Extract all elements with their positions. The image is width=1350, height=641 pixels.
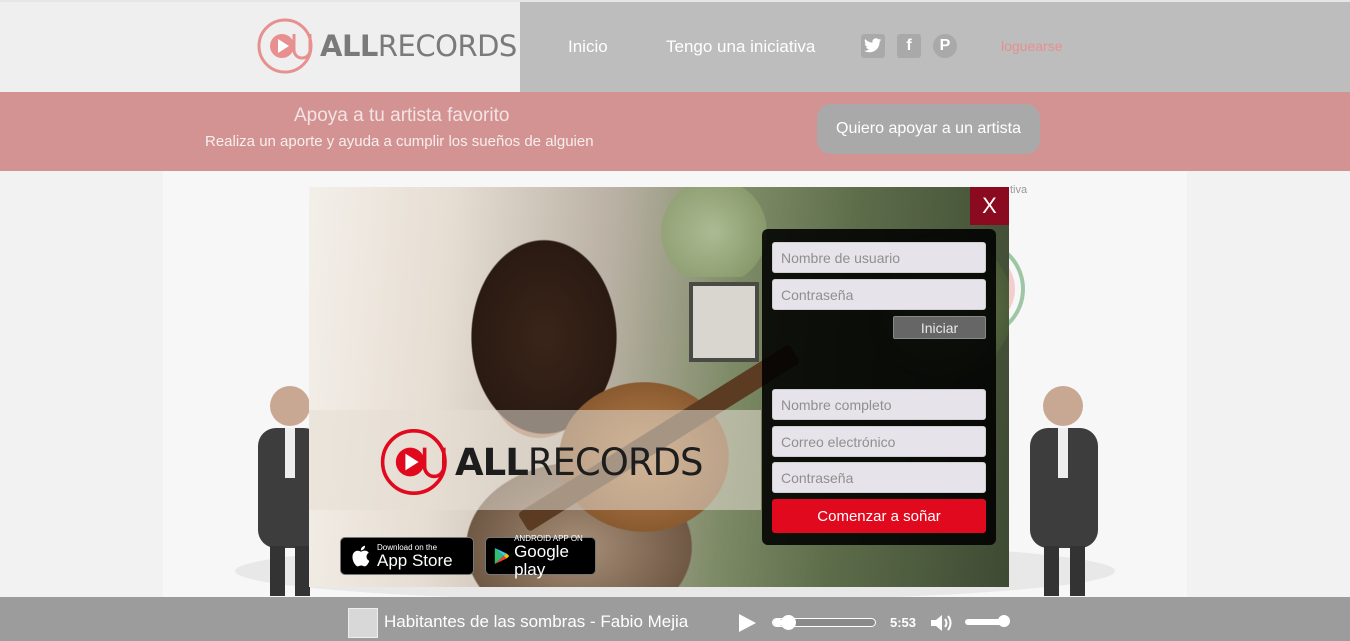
music-player: Habitantes de las sombras - Fabio Mejia … — [0, 597, 1350, 641]
allrecords-logo-icon — [257, 18, 313, 74]
background-person-right — [1030, 386, 1098, 596]
pinterest-icon[interactable]: P — [933, 34, 957, 58]
site-logo[interactable]: ALLRECORDS — [256, 16, 517, 76]
login-modal: ALLRECORDS Download on the App Store AND… — [309, 187, 1009, 587]
site-header: ALLRECORDS Inicio Tengo una iniciativa f… — [0, 0, 1350, 94]
pinterest-glyph: P — [939, 37, 951, 54]
register-password-input[interactable] — [772, 462, 986, 493]
banner-title: Apoya a tu artista favorito — [294, 105, 510, 126]
google-play-badge[interactable]: ANDROID APP ON Google play — [485, 534, 596, 578]
username-input[interactable] — [772, 242, 986, 273]
nav-inicio-wrap: Inicio — [568, 2, 608, 92]
allrecords-logo-icon — [380, 429, 447, 495]
track-title: Habitantes de las sombras - Fabio Mejia — [384, 612, 689, 631]
fullname-input[interactable] — [772, 389, 986, 420]
track-time: 5:53 — [890, 615, 917, 630]
banner-subtitle: Realiza un aporte y ayuda a cumplir los … — [205, 133, 594, 150]
support-artist-button[interactable]: Quiero apoyar a un artista — [817, 104, 1040, 154]
register-button[interactable]: Comenzar a soñar — [772, 499, 986, 533]
logo-text: ALLRECORDS — [320, 29, 517, 63]
support-banner: Apoya a tu artista favorito Realiza un a… — [0, 92, 1350, 171]
close-modal-button[interactable]: X — [970, 187, 1009, 225]
nav-iniciativa-wrap: Tengo una iniciativa — [666, 2, 815, 92]
volume-slider[interactable] — [965, 615, 1010, 627]
login-link[interactable]: loguearse — [1001, 38, 1063, 54]
progress-bar[interactable] — [772, 615, 876, 630]
app-store-big: App Store — [377, 550, 453, 570]
twitter-icon[interactable] — [861, 34, 885, 58]
track-thumbnail — [348, 608, 378, 638]
background-partial-text: tiva — [1010, 184, 1028, 196]
google-play-icon — [494, 547, 510, 565]
login-button[interactable]: Iniciar — [893, 316, 986, 339]
nav-link-iniciativa[interactable]: Tengo una iniciativa — [666, 37, 815, 57]
auth-form-panel: Iniciar Comenzar a soñar — [762, 229, 996, 545]
modal-logo: ALLRECORDS — [379, 426, 704, 498]
nav-link-inicio[interactable]: Inicio — [568, 37, 608, 57]
google-play-big: Google play — [514, 541, 569, 579]
email-input[interactable] — [772, 426, 986, 457]
apple-icon — [352, 545, 370, 567]
modal-logo-text: ALLRECORDS — [455, 440, 704, 484]
progress-knob[interactable] — [781, 615, 797, 630]
volume-icon[interactable] — [930, 613, 954, 633]
facebook-glyph: f — [906, 37, 912, 54]
login-password-input[interactable] — [772, 279, 986, 310]
facebook-icon[interactable]: f — [897, 34, 921, 58]
logo-area: ALLRECORDS — [0, 2, 520, 94]
photo-lantern — [689, 282, 759, 362]
volume-knob[interactable] — [997, 615, 1010, 627]
app-store-badge[interactable]: Download on the App Store — [340, 537, 474, 575]
play-icon[interactable] — [739, 614, 756, 632]
